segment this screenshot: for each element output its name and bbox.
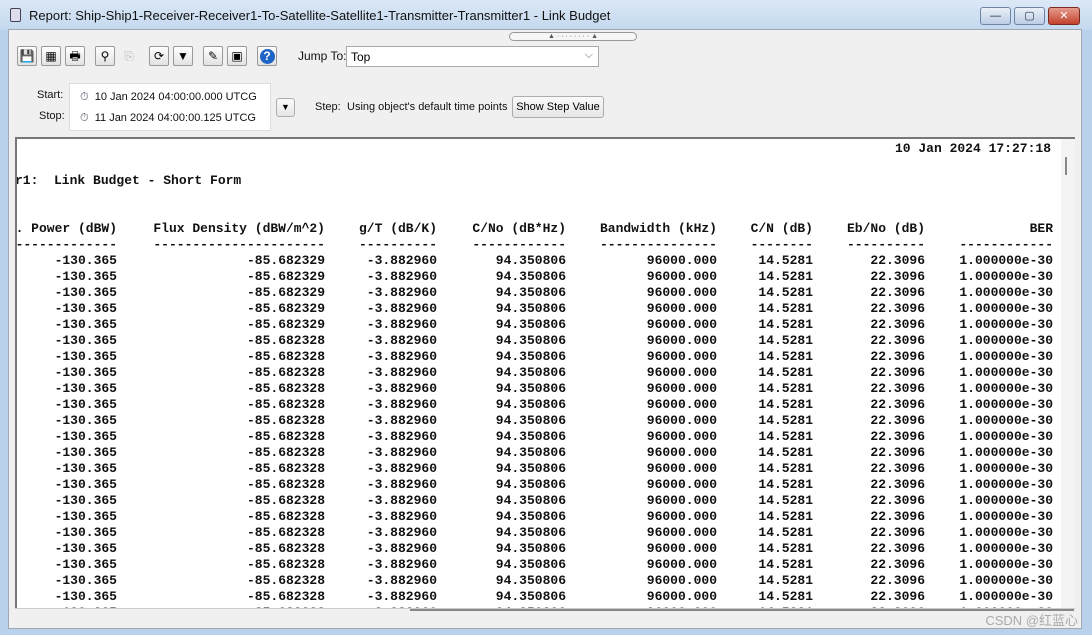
maximize-button[interactable]: ▢ [1014,7,1045,25]
start-label: Start: [37,89,64,101]
graph-icon: ▼ [177,49,189,63]
table-cell: 1.000000e-30 [959,349,1053,364]
toolbar-collapse-grip[interactable]: ▲ · · · · · · · · ▲ [509,32,637,41]
table-cell: 1.000000e-30 [959,477,1053,492]
watermark: CSDN @红蓝心 [985,613,1078,628]
save-as-icon: ▣ [231,49,243,63]
table-cell: 1.000000e-30 [959,269,1053,284]
scroll-thumb[interactable] [1065,157,1067,175]
table-cell: 1.000000e-30 [959,461,1053,476]
jump-to-label: Jump To: [298,49,347,63]
show-step-value-button[interactable]: Show Step Value [512,96,604,118]
window-title: Report: Ship-Ship1-Receiver-Receiver1-To… [29,8,611,23]
help-button[interactable]: ? [257,46,277,66]
table-cell: 1.000000e-30 [959,573,1053,588]
copy-icon: ⎘ [124,49,134,63]
copy-button[interactable]: ⎘ [119,46,139,66]
start-time: 10 Jan 2024 04:00:00.000 UTCG [94,91,257,103]
properties-button[interactable]: ✎ [203,46,223,66]
vertical-scrollbar[interactable] [1061,139,1075,608]
table-cell: 1.000000e-30 [959,525,1053,540]
table-cell: 1.000000e-30 [959,381,1053,396]
table-cell: 1.000000e-30 [959,301,1053,316]
table-cell: 1.000000e-30 [959,253,1053,268]
properties-icon: ✎ [207,49,219,63]
stop-time: 11 Jan 2024 04:00:00.125 UTCG [94,112,256,124]
refresh-button[interactable]: ⟳ [149,46,169,66]
report-content: 10 Jan 2024 17:27:18 r1: Link Budget - S… [15,137,1075,608]
refresh-icon: ⟳ [153,49,165,63]
table-cell: 1.000000e-30 [959,589,1053,604]
help-icon: ? [259,49,275,64]
scroll-thumb[interactable] [410,609,1074,611]
step-label: Step: [315,101,341,113]
chevron-down-icon: ⌵ [584,49,593,61]
graph-button[interactable]: ▼ [173,46,193,66]
time-dropdown-button[interactable]: ▼ [276,98,295,117]
table-cell: 1.000000e-30 [959,333,1053,348]
stop-label: Stop: [39,110,65,122]
close-button[interactable]: ✕ [1048,7,1080,25]
table-cell: 1.000000e-30 [959,445,1053,460]
horizontal-scrollbar[interactable] [15,608,1075,628]
save-as-button[interactable]: ▣ [227,46,247,66]
jump-to-value: Top [351,50,371,64]
table-cell: 1.000000e-30 [959,493,1053,508]
save-button[interactable]: 💾 [17,46,37,66]
print-icon: 🖶 [69,49,81,63]
table-cell: 1.000000e-30 [959,397,1053,412]
table-cell: 1.000000e-30 [959,509,1053,524]
export-excel-button[interactable]: ▦ [41,46,61,66]
export-excel-icon: ▦ [45,49,57,63]
find-icon: ⚲ [100,49,110,63]
column-header: BER [1029,221,1053,236]
table-cell: 1.000000e-30 [959,365,1053,380]
report-icon [10,8,21,22]
table-cell: 1.000000e-30 [959,285,1053,300]
jump-to-select[interactable]: Top ⌵ [346,46,599,67]
table-cell: 1.000000e-30 [959,541,1053,556]
report-window: ▲ · · · · · · · · ▲ 💾 ▦ 🖶 ⚲ ⎘ ⟳ ▼ ✎ ▣? Jump To: … [8,29,1082,629]
find-button[interactable]: ⚲ [95,46,115,66]
report-heading: r1: Link Budget - Short Form [15,173,242,188]
print-button[interactable]: 🖶 [65,46,85,66]
stopwatch-icon: ⏱ [80,112,89,124]
table-cell: 1.000000e-30 [959,413,1053,428]
table-cell: 1.000000e-30 [959,429,1053,444]
title-bar: Report: Ship-Ship1-Receiver-Receiver1-To… [0,0,1092,30]
save-icon: 💾 [19,49,35,63]
header-divider: ------------ [959,237,1053,252]
stopwatch-icon: ⏱ [80,91,89,103]
step-value: Using object's default time points [347,101,508,113]
time-period[interactable]: ⏱ 10 Jan 2024 04:00:00.000 UTCG ⏱ 11 Jan… [69,83,271,131]
table-cell: 1.000000e-30 [959,557,1053,572]
report-timestamp: 10 Jan 2024 17:27:18 [894,141,1051,156]
table-cell: 1.000000e-30 [959,317,1053,332]
minimize-button[interactable]: — [980,7,1011,25]
